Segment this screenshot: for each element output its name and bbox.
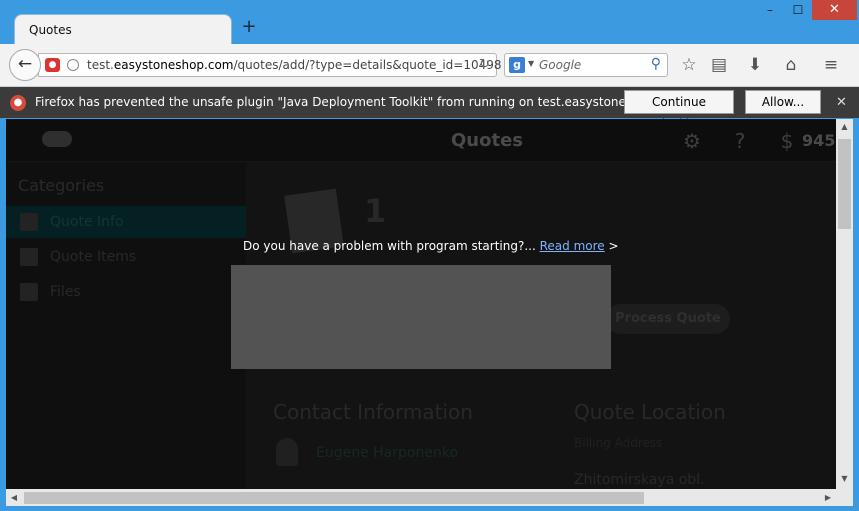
blocked-plugin-icon[interactable]: ● — [45, 58, 60, 72]
scroll-left-icon[interactable]: ◀ — [6, 489, 22, 506]
allow-button[interactable]: Allow... — [745, 90, 821, 114]
new-tab-button[interactable]: + — [240, 18, 258, 36]
title-bar: Quotes + – ☐ ✕ — [0, 0, 859, 44]
scroll-down-icon[interactable]: ▼ — [836, 471, 853, 487]
read-more-arrow: > — [608, 239, 619, 253]
scroll-right-icon[interactable]: ▶ — [820, 489, 836, 506]
bookmarks-list-icon[interactable]: ▤ — [708, 54, 730, 76]
bookmark-star-icon[interactable]: ☆ — [678, 54, 700, 76]
chevron-down-icon: ▼ — [528, 59, 535, 68]
url-text: test.easystoneshop.com/quotes/add/?type=… — [87, 58, 502, 72]
horizontal-scrollbar[interactable]: ◀ ▶ — [6, 489, 836, 506]
search-placeholder: Google — [539, 58, 582, 72]
maximize-button[interactable]: ☐ — [784, 0, 812, 20]
globe-icon — [67, 59, 79, 71]
search-icon[interactable]: ⚲ — [651, 56, 661, 72]
plugin-placeholder-box[interactable] — [231, 265, 611, 369]
vertical-scroll-thumb[interactable] — [838, 139, 851, 229]
download-icon[interactable]: ⬇ — [744, 54, 766, 76]
read-more-link[interactable]: Read more — [540, 239, 605, 253]
program-problem-message: Do you have a problem with program start… — [243, 239, 619, 253]
plugin-notification-bar: ● Firefox has prevented the unsafe plugi… — [0, 87, 859, 131]
close-button[interactable]: ✕ — [812, 0, 857, 20]
notification-text: Firefox has prevented the unsafe plugin … — [35, 95, 688, 109]
minimize-button[interactable]: – — [756, 0, 784, 20]
problem-question: Do you have a problem with program start… — [243, 239, 536, 253]
vertical-scrollbar[interactable]: ▲ ▼ — [836, 119, 853, 489]
scrollbar-corner — [836, 489, 853, 506]
back-button[interactable]: ← — [9, 49, 41, 81]
back-arrow-icon: ← — [17, 54, 33, 74]
search-bar[interactable]: g ▼ Google ⚲ — [504, 53, 668, 77]
navigation-toolbar: ● test.easystoneshop.com/quotes/add/?typ… — [0, 44, 859, 87]
continue-blocking-button[interactable]: Continue Blocking — [624, 90, 734, 131]
google-icon[interactable]: g — [509, 57, 525, 73]
home-icon[interactable]: ⌂ — [780, 54, 802, 76]
tab-title: Quotes — [29, 23, 72, 37]
blocked-plugin-icon: ● — [10, 95, 26, 111]
close-notification-icon[interactable]: ✕ — [836, 95, 847, 110]
menu-icon[interactable]: ≡ — [820, 54, 842, 76]
reload-icon[interactable]: ↻ — [479, 57, 490, 72]
tab-quotes[interactable]: Quotes — [14, 14, 232, 44]
scroll-up-icon[interactable]: ▲ — [836, 119, 853, 135]
url-bar[interactable]: ● test.easystoneshop.com/quotes/add/?typ… — [38, 53, 502, 77]
horizontal-scroll-thumb[interactable] — [24, 492, 644, 504]
